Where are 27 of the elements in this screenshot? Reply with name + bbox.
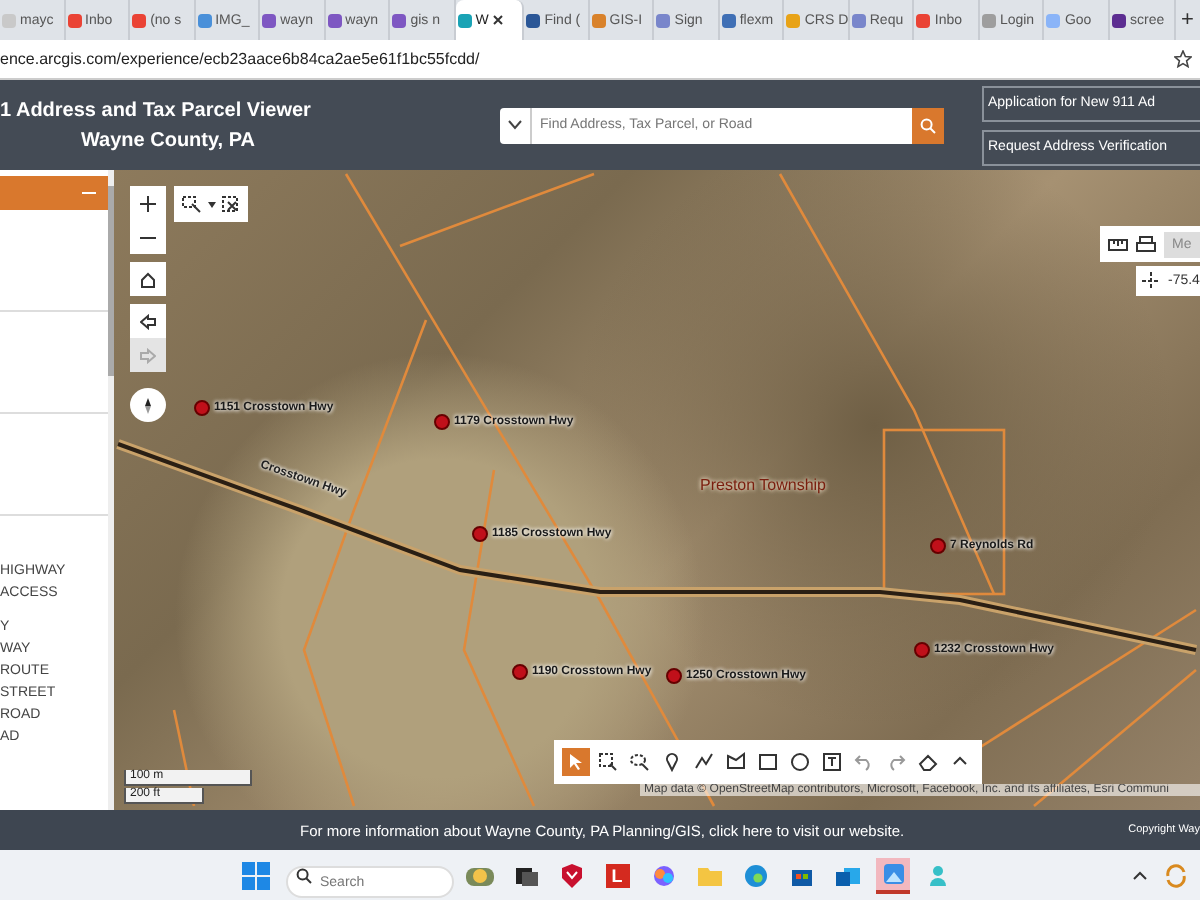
- crosshair-icon: [1142, 272, 1160, 290]
- search-button[interactable]: [912, 107, 944, 143]
- star-icon[interactable]: [1174, 50, 1192, 68]
- caret-icon[interactable]: [208, 201, 216, 207]
- search-source-dropdown[interactable]: [500, 107, 532, 143]
- home-icon[interactable]: [140, 271, 156, 287]
- ruler-icon[interactable]: [1108, 236, 1128, 252]
- close-icon[interactable]: [492, 14, 505, 26]
- left-arrow-icon[interactable]: [140, 313, 156, 329]
- chevron-up-icon[interactable]: [1132, 870, 1148, 880]
- printer-icon[interactable]: [1136, 235, 1156, 253]
- app-subtitle: Wayne County, PA: [80, 129, 256, 151]
- plus-icon[interactable]: [140, 195, 156, 211]
- compass-icon[interactable]: [140, 397, 156, 413]
- clear-selection-icon[interactable]: [222, 195, 240, 213]
- taskbar-app-button[interactable]: L: [600, 857, 634, 893]
- windows-start-icon[interactable]: [240, 859, 272, 891]
- select-icon[interactable]: [182, 195, 202, 213]
- township-label: Preston Township: [700, 476, 826, 494]
- new-tab-button[interactable]: +: [1175, 0, 1200, 40]
- app-title: 1 Address and Tax Parcel Viewer: [0, 99, 311, 121]
- search-icon: [296, 867, 312, 883]
- scrollbar[interactable]: [108, 170, 114, 810]
- address-bar-url[interactable]: ence.arcgis.com/experience/ecb23aace6b84ca2ae5e61f1bc55fcdd/: [0, 50, 480, 68]
- chevron-down-icon[interactable]: [508, 120, 522, 130]
- photos-icon[interactable]: [879, 859, 907, 887]
- minimize-icon[interactable]: [82, 191, 96, 195]
